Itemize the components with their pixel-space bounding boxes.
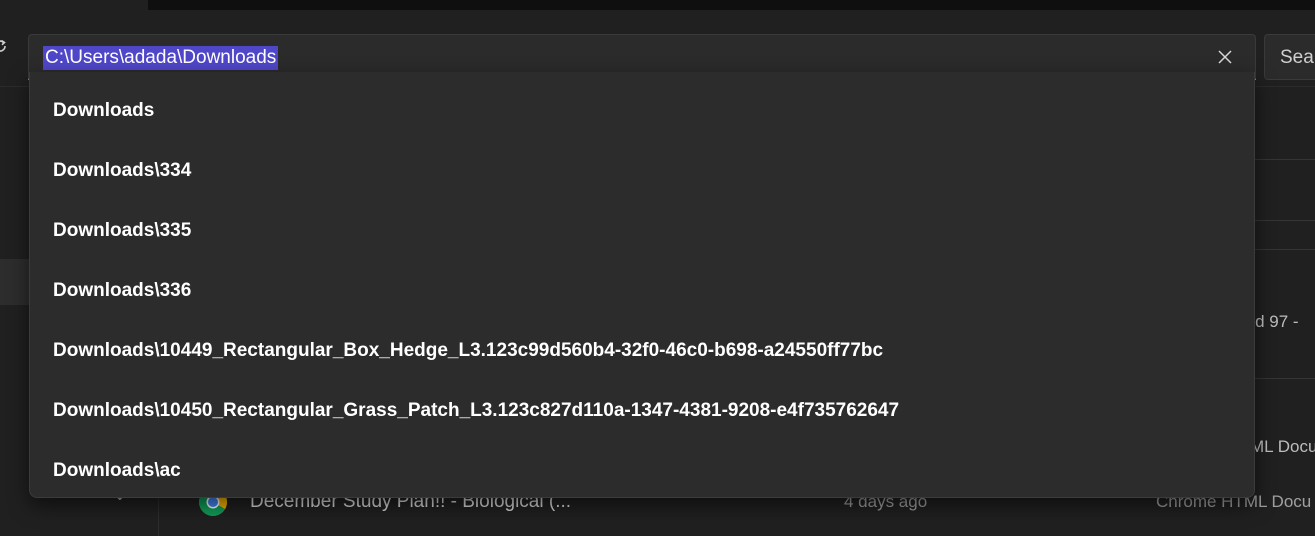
refresh-icon[interactable] [0, 38, 8, 54]
navigation-selected-item[interactable] [0, 259, 30, 305]
suggestion-item[interactable]: Downloads\10449_Rectangular_Box_Hedge_L3… [30, 318, 1254, 378]
suggestion-item[interactable]: Downloads\10450_Rectangular_Grass_Patch_… [30, 378, 1254, 438]
suggestion-item[interactable]: Downloads\335 [30, 198, 1254, 258]
title-bar-strip [148, 0, 1315, 10]
suggestion-label: Downloads\10450_Rectangular_Grass_Patch_… [53, 400, 900, 421]
close-icon[interactable] [1217, 49, 1233, 65]
suggestion-label: Downloads [53, 100, 155, 121]
suggestion-label: Downloads\334 [53, 160, 192, 181]
search-input[interactable]: Sear [1264, 34, 1315, 80]
suggestion-label: Downloads\ac [53, 460, 181, 481]
file-explorer-window: ⌄ ord 97 - ML Docu December Study Plan!!… [0, 0, 1315, 536]
suggestion-item[interactable]: Downloads [30, 78, 1254, 138]
suggestion-label: Downloads\10449_Rectangular_Box_Hedge_L3… [53, 340, 884, 361]
address-suggestion-dropdown: Downloads Downloads\334 Downloads\335 Do… [29, 72, 1255, 498]
suggestion-item[interactable]: Downloads\336 [30, 258, 1254, 318]
suggestion-item[interactable]: Downloads\334 [30, 138, 1254, 198]
suggestion-item[interactable]: Downloads\ac [30, 438, 1254, 498]
search-placeholder: Sear [1280, 47, 1315, 68]
list-item-type-partial: ML Docu [1250, 437, 1315, 456]
address-input-value[interactable]: C:\Users\adada\Downloads [43, 46, 279, 70]
suggestion-label: Downloads\335 [53, 220, 192, 241]
suggestion-label: Downloads\336 [53, 280, 192, 301]
